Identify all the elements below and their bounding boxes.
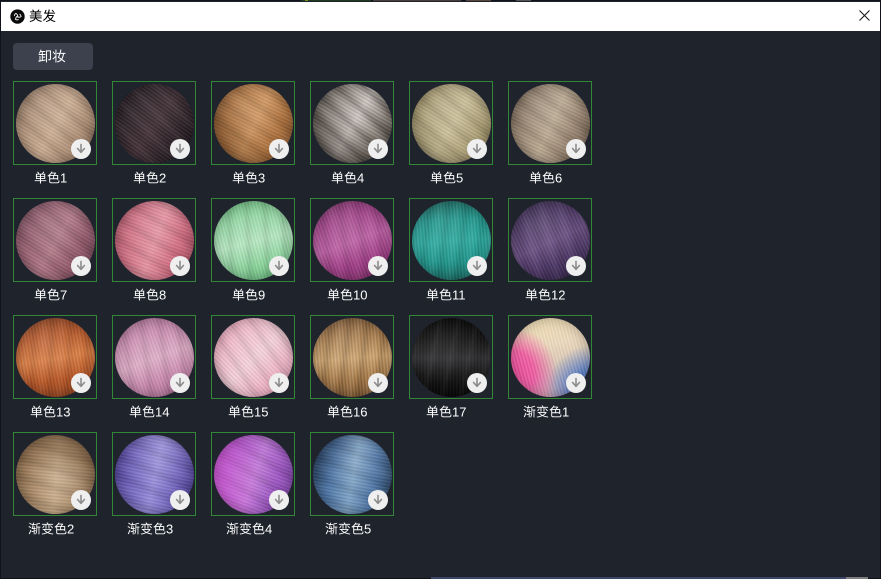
svg-text:7: 7 <box>60 288 67 302</box>
svg-text:9: 9 <box>258 288 265 302</box>
svg-text:8: 8 <box>159 288 166 302</box>
svg-text:10: 10 <box>353 288 367 302</box>
svg-text:14: 14 <box>155 405 169 419</box>
svg-text:1: 1 <box>562 405 569 419</box>
svg-text:5: 5 <box>364 522 371 536</box>
svg-text:2: 2 <box>159 171 166 185</box>
svg-text:2: 2 <box>67 522 74 536</box>
svg-text:4: 4 <box>357 171 364 185</box>
svg-text:15: 15 <box>254 405 268 419</box>
svg-text:11: 11 <box>452 288 466 302</box>
svg-text:4: 4 <box>265 522 272 536</box>
svg-text:12: 12 <box>551 288 565 302</box>
svg-text:5: 5 <box>456 171 463 185</box>
svg-text:6: 6 <box>555 171 562 185</box>
svg-text:3: 3 <box>166 522 173 536</box>
svg-text:3: 3 <box>258 171 265 185</box>
svg-text:13: 13 <box>56 405 70 419</box>
svg-text:17: 17 <box>452 405 466 419</box>
svg-text:1: 1 <box>60 171 67 185</box>
svg-text:16: 16 <box>353 405 367 419</box>
